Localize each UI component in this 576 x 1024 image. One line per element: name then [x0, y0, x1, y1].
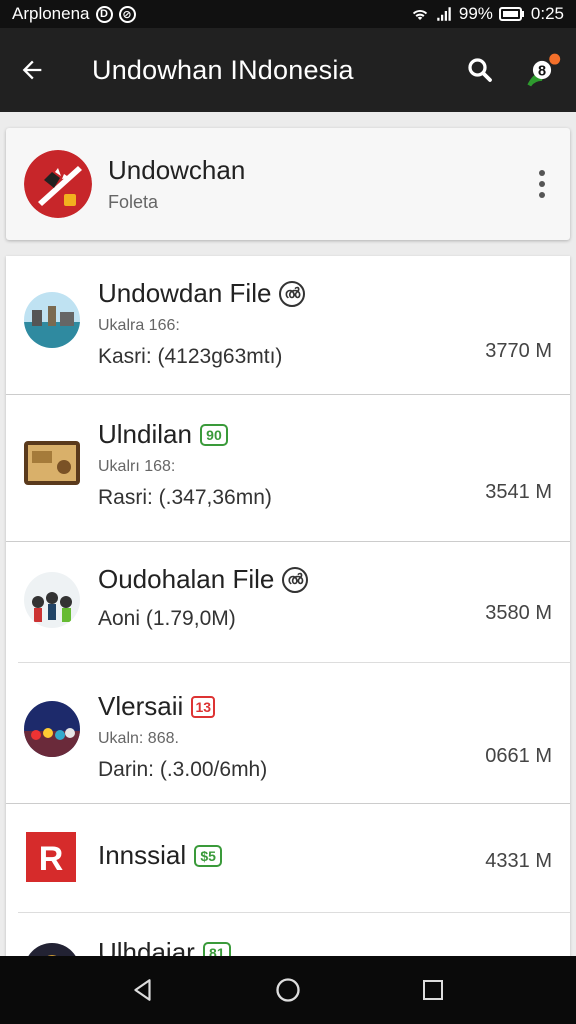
notification-icon: D — [95, 5, 113, 23]
item-detail: Rasri: (.347,36mn) — [98, 486, 272, 509]
item-thumbnail — [24, 572, 80, 628]
app-toolbar: Undowhan INdonesia 8 — [0, 28, 576, 112]
svg-text:8: 8 — [538, 63, 546, 79]
item-badge: 90 — [199, 423, 228, 446]
item-badge: ൽ — [279, 280, 306, 307]
clock: 0:25 — [530, 4, 564, 23]
overflow-menu-button[interactable] — [528, 154, 556, 214]
battery-percent: 99% — [458, 4, 493, 23]
item-size: 3580 M — [485, 602, 552, 624]
status-bar: Arplonena D ⊘ 99% 0:25 — [0, 0, 576, 28]
list-item[interactable]: Oudohalan File ൽ Aoni (1.79,0M) 3580 M — [6, 542, 570, 662]
item-thumbnail — [24, 292, 80, 348]
item-meta: Ukalrı 168: — [98, 458, 176, 475]
item-thumbnail: R — [26, 832, 76, 882]
brand-button[interactable]: 8 — [522, 50, 562, 90]
download-list: Undowdan File ൽ Ukalra 166: Kasri: (4123… — [6, 256, 570, 976]
carrier-label: Arplonena — [12, 4, 90, 23]
back-arrow-icon — [22, 60, 42, 80]
item-size: 3541 M — [485, 481, 552, 503]
page-title: Undowhan INdonesia — [92, 54, 354, 85]
header-subtitle: Foleta — [108, 192, 159, 212]
list-item[interactable]: Vlersaii 13 Ukaln: 868. Darin: (.3.00/6m… — [6, 663, 570, 803]
list-item[interactable]: Undowdan File ൽ Ukalra 166: Kasri: (4123… — [6, 256, 570, 394]
item-meta: Ukaln: 868. — [98, 730, 179, 747]
nav-home-icon — [276, 978, 300, 1002]
wifi-icon — [412, 9, 427, 20]
item-detail: Aoni (1.79,0M) — [98, 607, 236, 630]
search-button[interactable] — [460, 50, 500, 90]
nav-back-icon — [133, 979, 151, 1001]
app-header-card[interactable]: Undowchan Foleta — [6, 128, 570, 240]
item-badge: 13 — [191, 695, 216, 718]
item-thumbnail — [24, 701, 80, 757]
battery-icon — [498, 7, 524, 21]
svg-text:R: R — [39, 840, 64, 878]
item-title: Undowdan File ൽ — [98, 278, 306, 309]
item-title: Oudohalan File ൽ — [98, 564, 309, 595]
search-icon — [468, 58, 492, 82]
item-badge: $5 — [194, 844, 223, 867]
item-title: Ulndilan 90 — [98, 419, 272, 450]
item-detail: Darin: (.3.00/6mh) — [98, 758, 268, 781]
app-logo — [24, 150, 92, 218]
sync-icon: ⊘ — [118, 5, 136, 23]
item-detail: Kasri: (4123ɡ63mtı) — [98, 345, 283, 368]
nav-back-button[interactable] — [121, 968, 165, 1012]
item-title: Innssial $5 — [98, 840, 223, 871]
item-title: Vlersaii 13 — [98, 691, 267, 722]
item-thumbnail — [24, 441, 80, 485]
item-badge: ൽ — [282, 566, 309, 593]
list-item[interactable]: R Innssial $5 4331 M — [6, 804, 570, 912]
nav-recents-icon — [423, 980, 444, 1000]
item-size: 4331 M — [485, 850, 552, 872]
item-meta: Ukalra 166: — [98, 317, 180, 334]
back-button[interactable] — [0, 28, 64, 112]
list-item[interactable]: Ulndilan 90 Ukalrı 168: Rasri: (.347,36m… — [6, 395, 570, 541]
item-size: 0661 M — [485, 745, 552, 767]
more-vert-icon — [539, 170, 545, 176]
item-size: 3770 M — [485, 340, 552, 362]
header-title: Undowchan — [108, 155, 246, 185]
nav-home-button[interactable] — [266, 968, 310, 1012]
brand-icon: 8 — [527, 53, 561, 87]
system-nav-bar — [0, 956, 576, 1024]
nav-recents-button[interactable] — [411, 968, 455, 1012]
signal-icon — [437, 7, 451, 21]
